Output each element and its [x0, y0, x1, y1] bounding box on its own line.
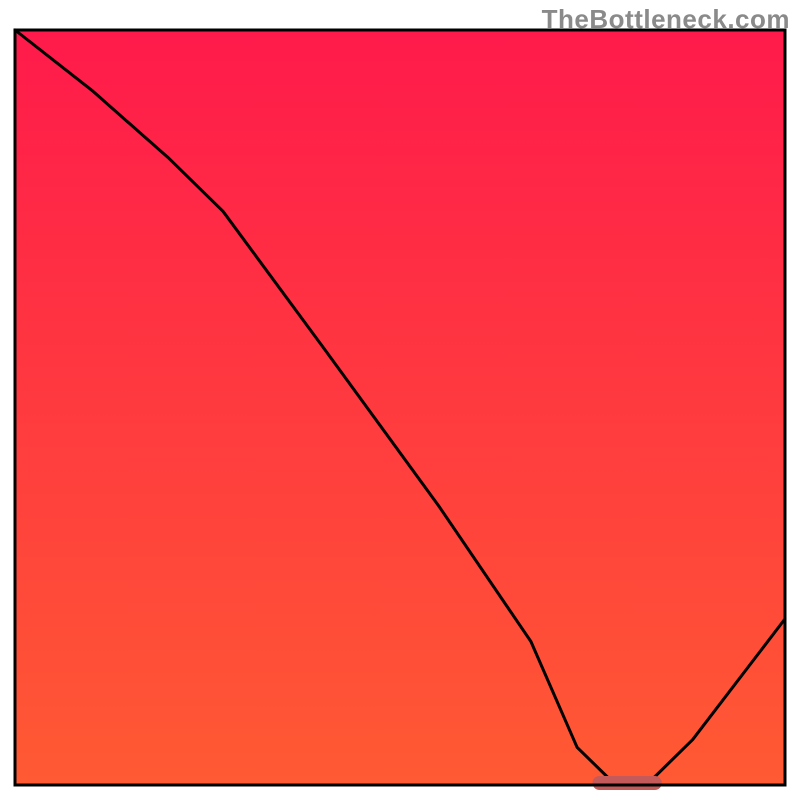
optimal-range-marker [593, 776, 662, 790]
plot-background [15, 30, 785, 785]
chart-stage: TheBottleneck.com [0, 0, 800, 800]
chart-svg [0, 0, 800, 800]
attribution-label: TheBottleneck.com [542, 4, 790, 35]
